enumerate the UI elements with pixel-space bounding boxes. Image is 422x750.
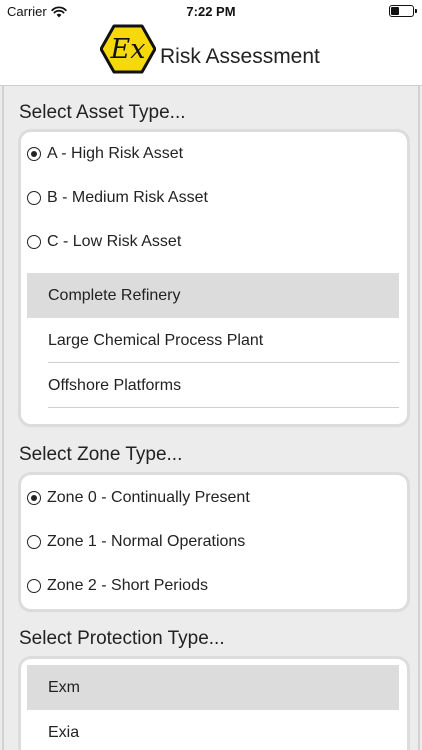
battery-icon xyxy=(389,5,417,17)
asset-list-item-label: Large Chemical Process Plant xyxy=(48,331,264,349)
page-title: Risk Assessment xyxy=(160,45,320,68)
zone-option-label: Zone 1 - Normal Operations xyxy=(47,533,246,550)
zone-section-title: Select Zone Type... xyxy=(19,444,183,465)
asset-list-item[interactable]: Large Chemical Process Plant xyxy=(27,318,399,363)
zone-option-label: Zone 2 - Short Periods xyxy=(47,577,208,594)
asset-list-item[interactable]: Complete Refinery xyxy=(27,273,399,318)
zone-type-card: Zone 0 - Continually Present Zone 1 - No… xyxy=(21,475,407,609)
radio-selected-icon[interactable] xyxy=(27,491,41,505)
protection-list-item-label: Exia xyxy=(48,723,80,741)
ex-hexagon-logo-icon: Ex xyxy=(100,24,156,74)
radio-unselected-icon[interactable] xyxy=(27,191,41,205)
status-time: 7:22 PM xyxy=(186,4,236,19)
asset-option-b[interactable]: B - Medium Risk Asset xyxy=(27,189,208,207)
protection-list-item[interactable]: Exm xyxy=(27,665,399,710)
asset-list-item-label: Offshore Platforms xyxy=(48,376,182,394)
protection-list-item[interactable]: Exia xyxy=(27,710,399,750)
asset-list-item[interactable]: Offshore Platforms xyxy=(27,363,399,408)
asset-option-label: A - High Risk Asset xyxy=(47,145,184,162)
asset-option-c[interactable]: C - Low Risk Asset xyxy=(27,233,181,251)
zone-option-0[interactable]: Zone 0 - Continually Present xyxy=(27,489,250,507)
radio-unselected-icon[interactable] xyxy=(27,535,41,549)
radio-unselected-icon[interactable] xyxy=(27,579,41,593)
status-bar: Carrier 7:22 PM xyxy=(0,0,422,22)
navigation-bar: Ex Risk Assessment xyxy=(0,22,422,86)
zone-option-label: Zone 0 - Continually Present xyxy=(47,489,250,506)
logo-text: Ex xyxy=(110,34,146,65)
radio-selected-icon[interactable] xyxy=(27,147,41,161)
protection-section-title: Select Protection Type... xyxy=(19,628,225,649)
protection-type-card: Exm Exia xyxy=(21,659,407,750)
row-divider xyxy=(48,407,399,408)
asset-option-a[interactable]: A - High Risk Asset xyxy=(27,145,183,163)
form-content[interactable]: Select Asset Type... A - High Risk Asset… xyxy=(2,86,420,750)
asset-type-card: A - High Risk Asset B - Medium Risk Asse… xyxy=(21,132,407,424)
asset-option-label: B - Medium Risk Asset xyxy=(47,189,208,206)
protection-list-item-label: Exm xyxy=(48,678,80,696)
radio-unselected-icon[interactable] xyxy=(27,235,41,249)
asset-option-label: C - Low Risk Asset xyxy=(47,233,182,250)
zone-option-2[interactable]: Zone 2 - Short Periods xyxy=(27,577,208,595)
asset-list-item-label: Complete Refinery xyxy=(48,286,181,304)
zone-option-1[interactable]: Zone 1 - Normal Operations xyxy=(27,533,245,551)
asset-section-title: Select Asset Type... xyxy=(19,102,186,123)
